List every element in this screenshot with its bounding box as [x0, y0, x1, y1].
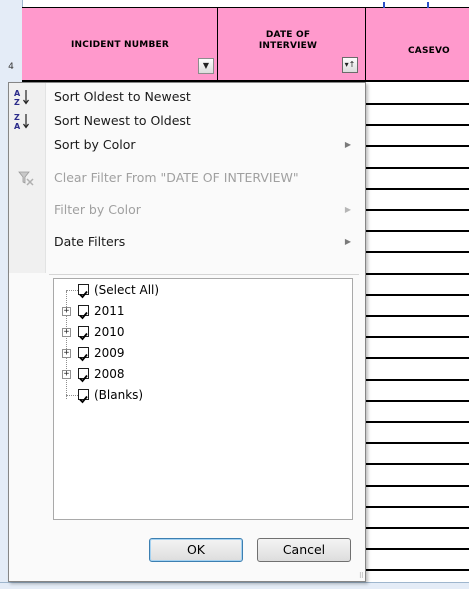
tree-item-label: 2008: [94, 367, 125, 381]
sort-descending-icon: Z A: [14, 113, 29, 130]
expand-plus-icon[interactable]: +: [62, 328, 71, 337]
grid-line: [366, 103, 469, 105]
expand-plus-icon[interactable]: +: [62, 307, 71, 316]
menu-filter-by-color[interactable]: Filter by Color ▶: [9, 198, 365, 222]
tree-item-label: (Blanks): [94, 388, 144, 402]
cancel-button[interactable]: Cancel: [257, 538, 351, 562]
menu-date-filters[interactable]: Date Filters ▶: [9, 230, 365, 254]
tree-item-2008[interactable]: + 2008: [54, 364, 352, 384]
ok-button[interactable]: OK: [149, 538, 243, 562]
menu-item-label: Clear Filter From "DATE OF INTERVIEW": [54, 170, 299, 185]
checkbox-checked-icon[interactable]: [78, 389, 89, 404]
row-number[interactable]: 4: [0, 62, 22, 72]
tree-item-select-all[interactable]: (Select All): [54, 280, 352, 300]
submenu-arrow-icon: ▶: [344, 205, 351, 214]
submenu-arrow-icon: ▶: [344, 140, 351, 149]
column-header-casevo[interactable]: CASEVO: [366, 8, 469, 80]
grid-line: [366, 145, 469, 147]
submenu-arrow-icon: ▶: [344, 237, 351, 246]
tree-item-label: 2010: [94, 325, 125, 339]
menu-item-label: Date Filters: [54, 234, 126, 249]
tree-item-label: (Select All): [94, 283, 160, 297]
svg-text:Z: Z: [14, 98, 20, 106]
column-header-label: INCIDENT NUMBER: [71, 40, 169, 50]
menu-item-label: Sort Newest to Oldest: [54, 113, 191, 128]
grid-line: [366, 569, 469, 571]
svg-text:A: A: [14, 89, 21, 98]
column-header-label: DATE OF INTERVIEW: [258, 30, 318, 51]
svg-text:A: A: [14, 122, 21, 130]
checkbox-checked-icon[interactable]: [78, 326, 89, 341]
resize-grip-icon[interactable]: ⠿: [359, 572, 364, 580]
grid-line: [366, 463, 469, 465]
menu-separator: [49, 274, 359, 275]
grid-line: [366, 485, 469, 487]
tree-item-2010[interactable]: + 2010: [54, 322, 352, 342]
tree-item-label: 2011: [94, 304, 125, 318]
filter-sorted-button[interactable]: ▾↑: [342, 57, 358, 73]
menu-sort-newest-to-oldest[interactable]: Z A Sort Newest to Oldest: [9, 109, 365, 133]
svg-text:Z: Z: [14, 113, 20, 122]
grid-line: [366, 315, 469, 317]
grid-line: [366, 336, 469, 338]
grid-line: [366, 294, 469, 296]
menu-clear-filter[interactable]: Clear Filter From "DATE OF INTERVIEW": [9, 166, 365, 190]
tree-item-label: 2009: [94, 346, 125, 360]
column-header-incident-number[interactable]: INCIDENT NUMBER ▼: [22, 8, 218, 80]
menu-item-label: Sort by Color: [54, 137, 136, 152]
menu-sort-oldest-to-newest[interactable]: A Z Sort Oldest to Newest: [9, 85, 365, 109]
menu-item-label: Sort Oldest to Newest: [54, 89, 191, 104]
grid-line: [366, 230, 469, 232]
sort-ascending-icon: A Z: [14, 89, 29, 106]
tree-item-2009[interactable]: + 2009: [54, 343, 352, 363]
checkbox-checked-icon[interactable]: [78, 368, 89, 383]
expand-plus-icon[interactable]: +: [62, 370, 71, 379]
grid-line: [366, 527, 469, 529]
expand-plus-icon[interactable]: +: [62, 349, 71, 358]
column-header-label: CASEVO: [408, 46, 450, 56]
grid-line: [366, 251, 469, 253]
tree-item-blanks[interactable]: (Blanks): [54, 385, 352, 405]
checkbox-checked-icon[interactable]: [78, 284, 89, 299]
checkbox-checked-icon[interactable]: [78, 347, 89, 362]
grid-line: [366, 167, 469, 169]
tree-item-2011[interactable]: + 2011: [54, 301, 352, 321]
grid-line: [366, 400, 469, 402]
column-header-date-of-interview[interactable]: DATE OF INTERVIEW ▾↑: [218, 8, 366, 80]
grid-line: [366, 273, 469, 275]
grid-line: [366, 379, 469, 381]
grid-line: [366, 209, 469, 211]
grid-line: [366, 421, 469, 423]
grid-line: [366, 188, 469, 190]
checkbox-checked-icon[interactable]: [78, 305, 89, 320]
filter-dropdown-button[interactable]: ▼: [198, 58, 214, 74]
menu-item-label: Filter by Color: [54, 202, 141, 217]
grid-line: [366, 357, 469, 359]
grid-line: [366, 506, 469, 508]
grid-line: [366, 442, 469, 444]
grid-line: [366, 548, 469, 550]
clear-filter-icon: [18, 171, 34, 186]
grid-line: [366, 124, 469, 126]
menu-sort-by-color[interactable]: Sort by Color ▶: [9, 133, 365, 157]
autofilter-dropdown: A Z Sort Oldest to Newest Z A Sort Newes…: [8, 82, 366, 582]
filter-values-list[interactable]: (Select All) + 2011 + 2010 + 2009 + 2008…: [53, 278, 353, 520]
